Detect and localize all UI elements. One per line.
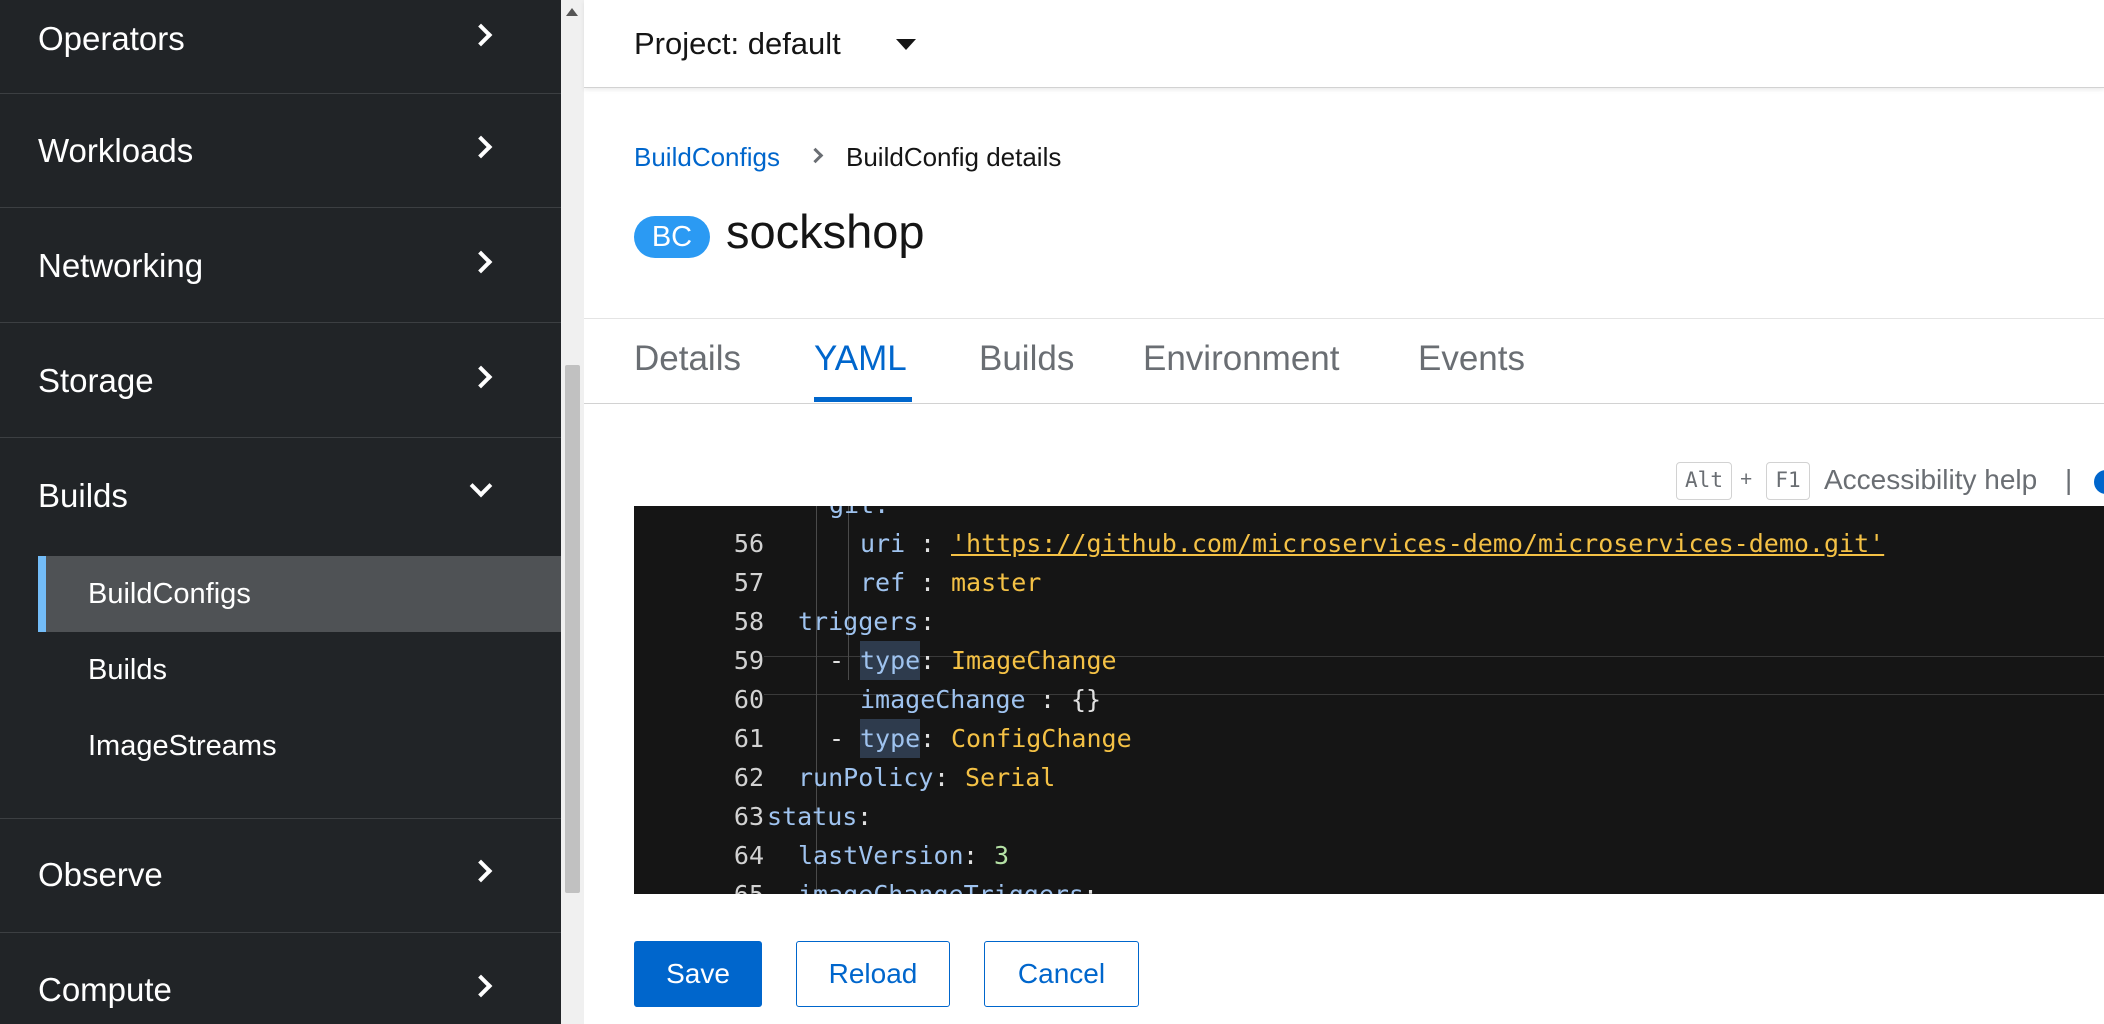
yaml-key: triggers — [798, 607, 919, 636]
yaml-value: Serial — [965, 763, 1056, 792]
tab-environment[interactable]: Environment — [1143, 339, 1339, 379]
yaml-value: master — [951, 568, 1042, 597]
reload-button[interactable]: Reload — [796, 941, 950, 1007]
tab-events[interactable]: Events — [1418, 339, 1525, 379]
yaml-key: type — [860, 641, 921, 680]
sidebar-item-label: ImageStreams — [88, 730, 277, 762]
scroll-up-arrow-icon[interactable] — [566, 8, 578, 16]
nav-section-networking[interactable]: Networking — [0, 209, 561, 323]
tab-yaml[interactable]: YAML — [814, 339, 907, 379]
caret-down-icon[interactable] — [896, 39, 916, 50]
yaml-colon: : — [934, 763, 950, 792]
sidebar-nav: Operators Workloads Networking Storage B… — [0, 0, 561, 1024]
nav-section-label: Operators — [38, 20, 185, 57]
project-selector[interactable]: Project: default — [634, 26, 841, 62]
alt-key: Alt — [1676, 462, 1732, 500]
tab-details[interactable]: Details — [634, 339, 741, 379]
yaml-colon: : — [1040, 685, 1056, 714]
yaml-key: imageChange — [860, 685, 1026, 714]
chevron-right-icon — [469, 250, 493, 274]
yaml-key: imageChangeTriggers — [798, 875, 1084, 894]
yaml-colon: : — [963, 841, 979, 870]
nav-section-workloads[interactable]: Workloads — [0, 94, 561, 208]
sidebar-item-builds[interactable]: Builds — [38, 632, 561, 708]
code-line: 60 - type : ImageChange — [634, 641, 2104, 714]
code-line: 57 uri : 'https://github.com/microservic… — [634, 524, 2104, 597]
nav-section-label: Compute — [38, 971, 172, 1008]
sidebar-item-label: BuildConfigs — [88, 578, 251, 610]
breadcrumb-buildconfigs-link[interactable]: BuildConfigs — [634, 142, 780, 173]
code-line: 58 ref : master — [634, 563, 2104, 636]
code-line: 62 - type : ConfigChange — [634, 719, 2104, 792]
yaml-value-link[interactable]: 'https://github.com/microservices-demo/m… — [951, 524, 1884, 563]
chevron-right-icon — [807, 147, 824, 164]
nav-section-compute[interactable]: Compute — [0, 934, 561, 1024]
active-tab-indicator — [814, 397, 912, 402]
yaml-value: {} — [1071, 685, 1102, 714]
yaml-editor[interactable]: 56 git: 57 uri : 'https://github.com/mic… — [634, 506, 2104, 894]
yaml-colon: : — [920, 607, 936, 636]
main-content: Project: default BuildConfigs BuildConfi… — [584, 0, 2104, 1024]
info-icon[interactable] — [2094, 470, 2104, 494]
code-line: 64 status : — [634, 797, 2104, 870]
yaml-dash: - — [829, 646, 845, 675]
scrollbar-thumb[interactable] — [565, 365, 580, 893]
tab-bar: Details YAML Builds Environment Events — [584, 318, 2104, 404]
chevron-right-icon — [469, 974, 493, 998]
yaml-colon: : — [920, 529, 936, 558]
code-line: 63 runPolicy : Serial — [634, 758, 2104, 831]
nav-section-label: Observe — [38, 856, 163, 893]
nav-section-operators[interactable]: Operators — [0, 0, 561, 94]
yaml-colon: : — [920, 724, 936, 753]
nav-section-storage[interactable]: Storage — [0, 324, 561, 438]
nav-section-observe[interactable]: Observe — [0, 819, 561, 933]
yaml-value: 3 — [994, 841, 1010, 870]
code-line: 61 imageChange : {} — [634, 680, 2104, 753]
cancel-button[interactable]: Cancel — [984, 941, 1139, 1007]
nav-section-label: Storage — [38, 362, 154, 399]
nav-section-label: Builds — [38, 477, 128, 514]
chevron-down-icon — [469, 474, 493, 498]
yaml-key: ref — [860, 568, 906, 597]
yaml-key: type — [860, 719, 921, 758]
nav-section-label: Networking — [38, 247, 204, 284]
code-line: 66 imageChangeTriggers : — [634, 875, 2104, 894]
chevron-right-icon — [469, 135, 493, 159]
chevron-right-icon — [469, 365, 493, 389]
yaml-key: uri — [860, 529, 906, 558]
f1-key: F1 — [1766, 462, 1810, 500]
accessibility-help-bar: Alt + F1 Accessibility help | — [584, 462, 2104, 500]
breadcrumb-current: BuildConfig details — [846, 142, 1062, 172]
code-line: 59 triggers : — [634, 602, 2104, 675]
yaml-dash: - — [829, 724, 845, 753]
yaml-colon: : — [1083, 875, 1098, 894]
nav-section-label: Workloads — [38, 132, 194, 169]
page-title: sockshop — [726, 205, 925, 258]
project-bar: Project: default — [584, 0, 2104, 88]
code-line: 56 git: — [634, 506, 2104, 558]
yaml-key: status — [767, 802, 858, 831]
yaml-key: lastVersion — [798, 841, 964, 870]
code-line: 65 lastVersion : 3 — [634, 836, 2104, 894]
sidebar-item-buildconfigs[interactable]: BuildConfigs — [38, 556, 561, 632]
yaml-key: runPolicy — [798, 763, 934, 792]
separator: | — [2065, 464, 2073, 495]
yaml-colon: : — [920, 568, 936, 597]
key-plus: + — [1740, 468, 1753, 491]
nav-section-builds[interactable]: Builds BuildConfigs Builds ImageStreams — [0, 439, 561, 819]
resource-type-badge: BC — [634, 216, 710, 258]
chevron-right-icon — [469, 23, 493, 47]
yaml-value: ImageChange — [951, 646, 1117, 675]
yaml-colon: : — [857, 802, 873, 831]
sidebar-item-imagestreams[interactable]: ImageStreams — [38, 708, 561, 784]
yaml-value: ConfigChange — [951, 724, 1132, 753]
save-button[interactable]: Save — [634, 941, 762, 1007]
sidebar-item-label: Builds — [88, 654, 167, 686]
chevron-right-icon — [469, 859, 493, 883]
tab-builds[interactable]: Builds — [979, 339, 1074, 379]
sidebar-scrollbar[interactable] — [561, 0, 584, 1024]
yaml-colon: : — [920, 646, 936, 675]
accessibility-help-link[interactable]: Accessibility help — [1824, 464, 2037, 496]
code-text: git: — [829, 506, 889, 524]
